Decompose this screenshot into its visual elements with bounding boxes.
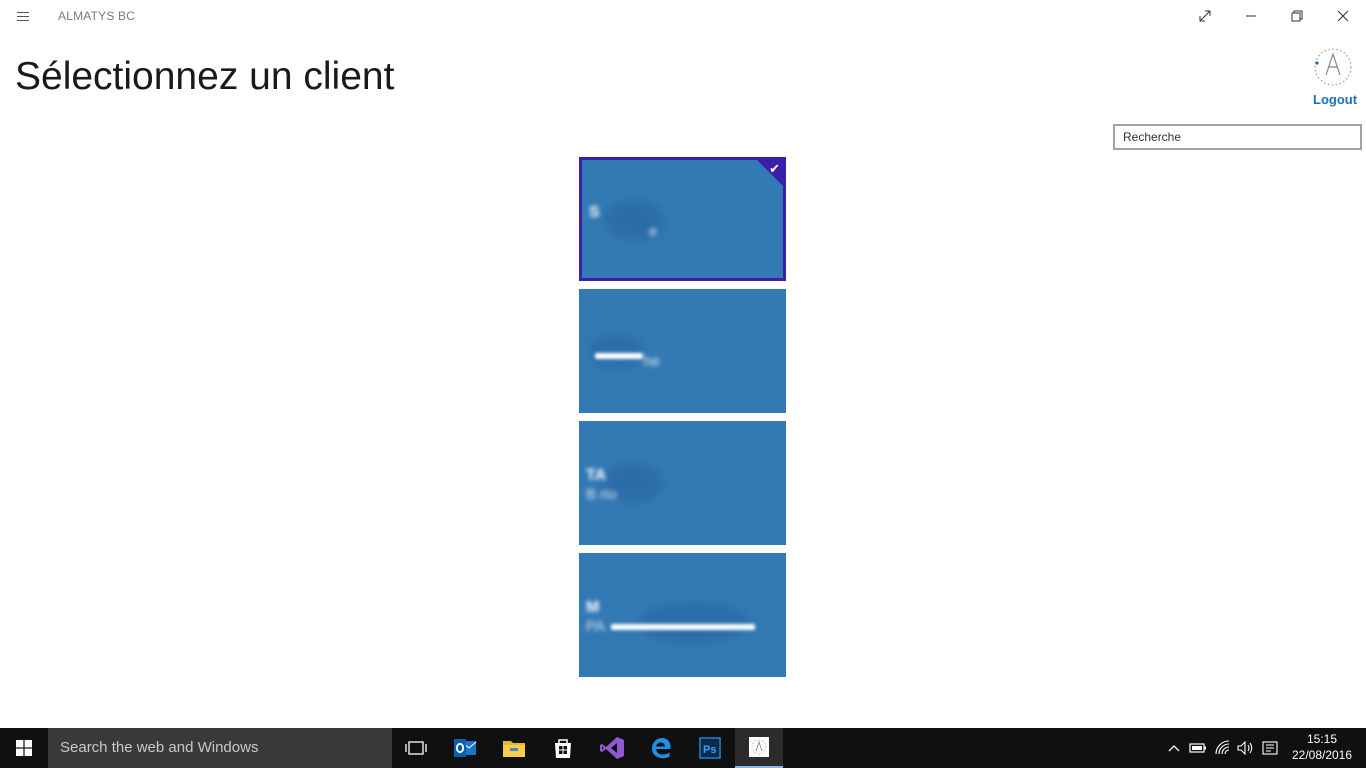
close-button[interactable] <box>1320 0 1366 32</box>
wifi-icon[interactable] <box>1212 728 1234 768</box>
file-explorer-icon[interactable] <box>490 728 538 768</box>
client-tile[interactable]: he <box>579 289 786 413</box>
chevron-up-icon[interactable] <box>1164 728 1184 768</box>
app-title: ALMATYS BC <box>58 9 136 23</box>
photoshop-icon[interactable]: Ps <box>686 728 734 768</box>
taskbar-clock[interactable]: 15:15 22/08/2016 <box>1284 731 1360 763</box>
search-input[interactable] <box>1113 124 1362 150</box>
client-tile[interactable]: ✔ S e <box>579 157 786 281</box>
volume-icon[interactable] <box>1236 728 1256 768</box>
client-subtitle: B rio <box>586 486 617 503</box>
title-bar: ALMATYS BC <box>0 0 1366 32</box>
clock-time: 15:15 <box>1306 732 1338 746</box>
taskbar: Search the web and Windows Ps 15:15 22/0… <box>0 728 1366 768</box>
app-window: ALMATYS BC Sélectionnez un client Logout… <box>0 0 1366 728</box>
client-tile[interactable]: TA B rio <box>579 421 786 545</box>
clock-date: 22/08/2016 <box>1291 748 1353 762</box>
edge-icon[interactable] <box>637 728 685 768</box>
task-view-icon[interactable] <box>392 728 440 768</box>
notifications-icon[interactable] <box>1260 728 1280 768</box>
client-subtitle: PA <box>586 618 605 635</box>
photoshop-label: Ps <box>703 744 716 756</box>
client-subtitle: he <box>643 353 660 370</box>
almatys-logo <box>1311 45 1355 89</box>
logout-link[interactable]: Logout <box>1313 92 1357 107</box>
checkmark-icon: ✔ <box>769 161 780 176</box>
restore-button[interactable] <box>1274 0 1320 32</box>
minimize-button[interactable] <box>1228 0 1274 32</box>
almatys-app-icon[interactable] <box>735 728 783 768</box>
client-subtitle: e <box>649 223 658 240</box>
outlook-icon[interactable] <box>441 728 489 768</box>
full-screen-icon[interactable] <box>1182 0 1228 32</box>
page-title: Sélectionnez un client <box>15 55 395 98</box>
client-tile[interactable]: M PA <box>579 553 786 677</box>
client-name: M <box>586 599 600 616</box>
windows-start-icon[interactable] <box>0 728 48 768</box>
battery-icon[interactable] <box>1187 728 1209 768</box>
hamburger-menu-icon[interactable] <box>12 6 34 26</box>
visual-studio-icon[interactable] <box>588 728 636 768</box>
store-icon[interactable] <box>539 728 587 768</box>
taskbar-search-box[interactable]: Search the web and Windows <box>48 728 392 768</box>
client-name: TA <box>586 467 607 484</box>
client-name: S <box>589 204 600 221</box>
